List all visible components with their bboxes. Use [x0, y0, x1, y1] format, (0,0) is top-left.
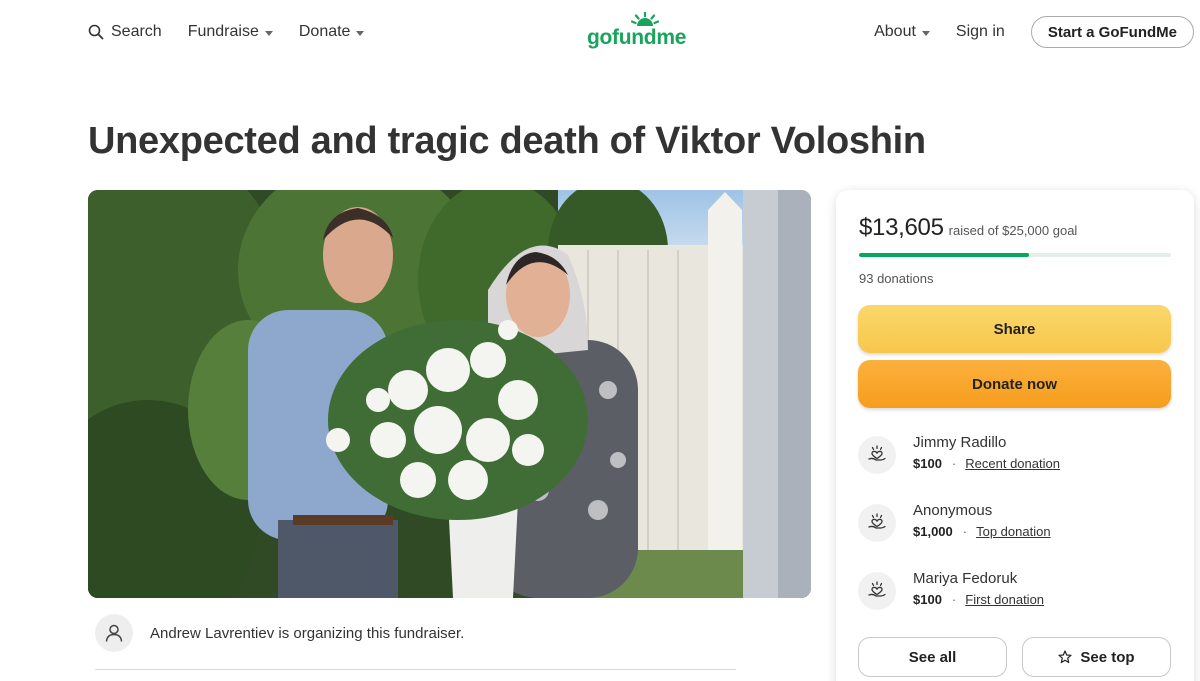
fundraise-label: Fundraise [187, 23, 259, 40]
see-all-button[interactable]: See all [858, 637, 1007, 677]
progress-bar-fill [859, 253, 1029, 257]
search-icon [88, 24, 104, 40]
campaign-photo-image [88, 190, 811, 598]
organizer-text: Andrew Lavrentiev is organizing this fun… [150, 624, 465, 642]
heart-hand-icon [858, 436, 896, 474]
raised-summary: $13,605 raised of $25,000 goal [859, 214, 1077, 242]
fundraise-menu[interactable]: Fundraise [188, 23, 273, 41]
top-donation-link[interactable]: Top donation [976, 524, 1050, 539]
progress-bar [859, 253, 1171, 257]
separator-dot: · [951, 592, 957, 607]
sign-in-label: Sign in [955, 23, 1005, 40]
organizer-row: Andrew Lavrentiev is organizing this fun… [95, 614, 464, 652]
logo-sun-icon [631, 12, 659, 26]
donation-card: $13,605 raised of $25,000 goal 93 donati… [836, 190, 1194, 681]
raised-amount: $13,605 [859, 214, 944, 241]
donor-amount: $100 [913, 592, 942, 607]
donate-menu-label: Donate [298, 23, 351, 40]
about-label: About [874, 23, 916, 40]
separator-dot: · [951, 456, 957, 471]
heart-hand-icon [858, 572, 896, 610]
separator-dot: · [962, 524, 968, 539]
donor-item: Mariya Fedoruk $100 · First donation [858, 570, 1044, 610]
donor-name: Mariya Fedoruk [913, 570, 1018, 587]
share-button[interactable]: Share [858, 305, 1171, 353]
divider [95, 669, 736, 670]
donor-item: Anonymous $1,000 · Top donation [858, 502, 1051, 542]
see-top-label: See top [1080, 648, 1135, 666]
chevron-down-icon [264, 30, 273, 36]
see-top-button[interactable]: See top [1022, 637, 1171, 677]
chevron-down-icon [356, 30, 365, 36]
sign-in-link[interactable]: Sign in [956, 23, 1005, 41]
star-icon [1058, 650, 1073, 664]
donation-count: 93 donations [859, 271, 934, 286]
donate-menu[interactable]: Donate [299, 23, 365, 41]
header-left-nav: Search Fundraise Donate [88, 20, 390, 44]
start-gofundme-button[interactable]: Start a GoFundMe [1030, 16, 1194, 48]
heart-hand-icon [858, 504, 896, 542]
organizer-avatar [95, 614, 133, 652]
campaign-photo[interactable] [88, 190, 811, 598]
donor-amount: $1,000 [913, 524, 953, 539]
chevron-down-icon [921, 30, 930, 36]
donor-name: Anonymous [913, 502, 993, 519]
header-right-nav: About Sign in Start a GoFundMe [874, 16, 1194, 48]
donor-amount: $100 [913, 456, 942, 471]
search-label: Search [111, 23, 162, 40]
first-donation-link[interactable]: First donation [965, 592, 1044, 607]
logo-text: gofundme [587, 26, 687, 49]
raised-goal-text: raised of $25,000 goal [948, 223, 1078, 238]
about-menu[interactable]: About [874, 23, 930, 41]
donor-item: Jimmy Radillo $100 · Recent donation [858, 434, 1060, 474]
recent-donation-link[interactable]: Recent donation [965, 456, 1060, 471]
donor-name: Jimmy Radillo [913, 434, 1007, 451]
user-icon [105, 624, 123, 642]
gofundme-logo[interactable]: gofundme [587, 12, 695, 52]
donate-now-button[interactable]: Donate now [858, 360, 1171, 408]
search-button[interactable]: Search [88, 23, 162, 41]
page-title: Unexpected and tragic death of Viktor Vo… [88, 120, 926, 162]
